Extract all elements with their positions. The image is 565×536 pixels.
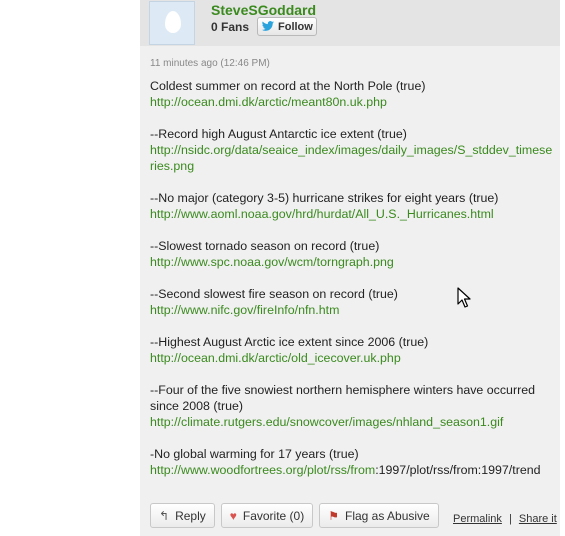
paragraph-link-line: http://www.nifc.gov/fireInfo/nfn.htm xyxy=(150,302,554,318)
source-link[interactable]: http://www.aoml.noaa.gov/hrd/hurdat/All_… xyxy=(150,207,494,221)
username-link[interactable]: SteveSGoddard xyxy=(211,2,316,18)
heart-icon: ♥ xyxy=(229,508,237,523)
mouse-pointer-icon xyxy=(457,287,471,308)
twitter-bird-icon xyxy=(261,21,275,31)
follow-button[interactable]: Follow xyxy=(257,17,317,36)
link-tail-text: :1997/plot/rss/from:1997/trend xyxy=(375,463,541,477)
paragraph-text: --Second slowest fire season on record (… xyxy=(150,287,398,301)
follow-label: Follow xyxy=(278,20,313,33)
comment-paragraph: --Highest August Arctic ice extent since… xyxy=(150,334,554,366)
comment-body: Coldest summer on record at the North Po… xyxy=(150,78,554,494)
paragraph-text: --Four of the five snowiest northern hem… xyxy=(150,383,535,413)
source-link[interactable]: http://www.woodfortrees.org/plot/rss/fro… xyxy=(150,463,375,477)
flag-icon: ⚑ xyxy=(328,508,339,523)
share-link[interactable]: Share it xyxy=(519,513,557,525)
source-link[interactable]: http://climate.rutgers.edu/snowcover/ima… xyxy=(150,415,503,429)
egg-avatar-icon[interactable] xyxy=(149,1,195,45)
source-link[interactable]: http://ocean.dmi.dk/arctic/meant80n.uk.p… xyxy=(150,95,387,109)
egg-shape xyxy=(165,11,181,33)
fans-count: 0 Fans xyxy=(211,20,250,34)
comment-paragraph: --Record high August Antarctic ice exten… xyxy=(150,126,554,174)
link-separator: | xyxy=(508,513,512,525)
paragraph-link-line: http://ocean.dmi.dk/arctic/meant80n.uk.p… xyxy=(150,94,554,110)
paragraph-link-line: http://ocean.dmi.dk/arctic/old_icecover.… xyxy=(150,350,554,366)
reply-arrow-icon: ↰ xyxy=(159,508,170,523)
favorite-button[interactable]: ♥ Favorite (0) xyxy=(220,503,314,528)
flag-abusive-button[interactable]: ⚑ Flag as Abusive xyxy=(319,503,439,528)
reply-label: Reply xyxy=(175,508,206,523)
paragraph-link-line: http://www.woodfortrees.org/plot/rss/fro… xyxy=(150,462,554,478)
paragraph-link-line: http://nsidc.org/data/seaice_index/image… xyxy=(150,142,554,174)
favorite-label: Favorite (0) xyxy=(242,508,305,523)
comment-timestamp: 11 minutes ago (12:46 PM) xyxy=(150,58,270,69)
paragraph-text: Coldest summer on record at the North Po… xyxy=(150,79,426,93)
reply-button[interactable]: ↰ Reply xyxy=(150,503,215,528)
comment-actions: ↰ Reply ♥ Favorite (0) ⚑ Flag as Abusive xyxy=(150,503,439,528)
comment-paragraph: --Slowest tornado season on record (true… xyxy=(150,238,554,270)
paragraph-text: --Record high August Antarctic ice exten… xyxy=(150,127,407,141)
permalink-link[interactable]: Permalink xyxy=(453,513,502,525)
comment-paragraph: --Four of the five snowiest northern hem… xyxy=(150,382,554,430)
source-link[interactable]: http://ocean.dmi.dk/arctic/old_icecover.… xyxy=(150,351,401,365)
source-link[interactable]: http://www.spc.noaa.gov/wcm/torngraph.pn… xyxy=(150,255,394,269)
source-link[interactable]: http://nsidc.org/data/seaice_index/image… xyxy=(150,143,552,173)
paragraph-link-line: http://www.aoml.noaa.gov/hrd/hurdat/All_… xyxy=(150,206,554,222)
comment-paragraph: Coldest summer on record at the North Po… xyxy=(150,78,554,110)
comment-paragraph: --Second slowest fire season on record (… xyxy=(150,286,554,318)
user-header: SteveSGoddard 0 Fans Follow xyxy=(140,0,560,46)
comment-card: SteveSGoddard 0 Fans Follow 11 minutes a… xyxy=(140,0,560,536)
paragraph-text: --No major (category 3-5) hurricane stri… xyxy=(150,191,499,205)
paragraph-text: -No global warming for 17 years (true) xyxy=(150,447,359,461)
paragraph-text: --Slowest tornado season on record (true… xyxy=(150,239,380,253)
paragraph-link-line: http://www.spc.noaa.gov/wcm/torngraph.pn… xyxy=(150,254,554,270)
paragraph-link-line: http://climate.rutgers.edu/snowcover/ima… xyxy=(150,414,554,430)
flag-label: Flag as Abusive xyxy=(345,508,430,523)
comment-paragraph: -No global warming for 17 years (true) ht… xyxy=(150,446,554,478)
comment-paragraph: --No major (category 3-5) hurricane stri… xyxy=(150,190,554,222)
footer-links: Permalink | Share it xyxy=(453,513,557,525)
paragraph-text: --Highest August Arctic ice extent since… xyxy=(150,335,429,349)
source-link[interactable]: http://www.nifc.gov/fireInfo/nfn.htm xyxy=(150,303,339,317)
